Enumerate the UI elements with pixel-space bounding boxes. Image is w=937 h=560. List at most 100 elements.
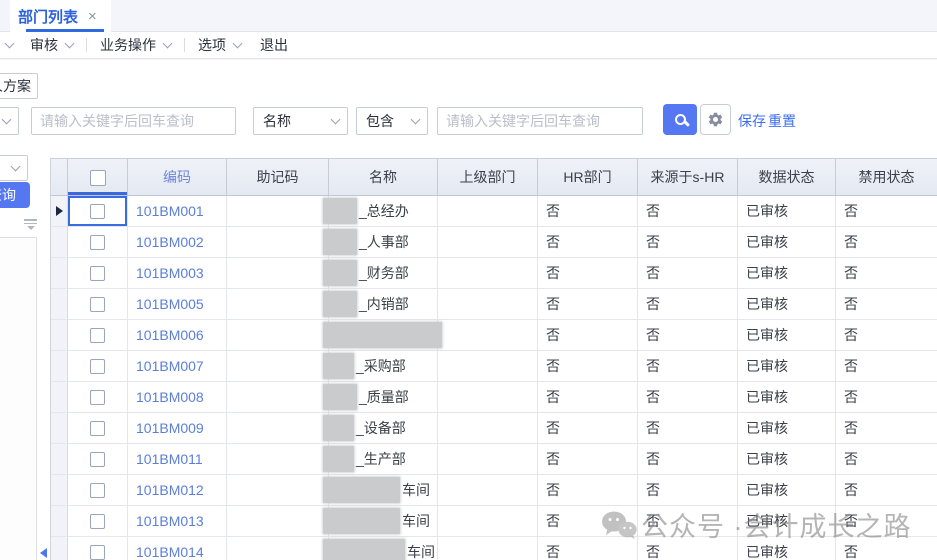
- row-checkbox[interactable]: [90, 204, 105, 219]
- row-checkbox-cell[interactable]: [68, 258, 128, 289]
- row-checkbox[interactable]: [90, 421, 105, 436]
- cell-parent-dept: [438, 382, 538, 413]
- row-code[interactable]: 101BM006: [128, 320, 227, 351]
- row-checkbox[interactable]: [90, 266, 105, 281]
- header-select-all[interactable]: [68, 159, 128, 196]
- filter-field-select[interactable]: 名称: [253, 107, 348, 135]
- header-data-status[interactable]: 数据状态: [738, 159, 836, 196]
- menu-audit[interactable]: 审核: [30, 35, 73, 55]
- header-parent-dept[interactable]: 上级部门: [438, 159, 538, 196]
- row-checkbox[interactable]: [90, 359, 105, 374]
- row-checkbox[interactable]: [90, 545, 105, 560]
- query-button[interactable]: 查询: [0, 182, 30, 208]
- table-row[interactable]: 101BM005 _内销部 否 否 已审核 否: [51, 289, 937, 320]
- row-code[interactable]: 101BM014: [128, 537, 227, 560]
- filter-keyword-input[interactable]: [437, 107, 643, 135]
- table-row[interactable]: 101BM008 _质量部 否 否 已审核 否: [51, 382, 937, 413]
- row-checkbox-cell[interactable]: [68, 413, 128, 444]
- row-mnemonic: [227, 227, 329, 258]
- table-row[interactable]: 101BM003 _财务部 否 否 已审核 否: [51, 258, 937, 289]
- row-code[interactable]: 101BM008: [128, 382, 227, 413]
- cell-from-shr: 否: [638, 196, 738, 227]
- redaction-block: [323, 415, 354, 441]
- filter-settings-button[interactable]: [700, 104, 731, 135]
- table-row[interactable]: 101BM014 车间 否 否 已审核 否: [51, 537, 937, 560]
- filter-field-value: 名称: [263, 111, 291, 131]
- cell-data-status: 已审核: [738, 413, 836, 444]
- table-row[interactable]: 101BM011 _生产部 否 否 已审核 否: [51, 444, 937, 475]
- header-mnemonic[interactable]: 助记码: [227, 159, 329, 196]
- menu-exit-label: 退出: [260, 35, 288, 55]
- cell-from-shr: 否: [638, 351, 738, 382]
- header-hr-dept[interactable]: HR部门: [538, 159, 638, 196]
- row-name-suffix: _财务部: [359, 263, 409, 283]
- row-name-cell: _内销部: [329, 289, 438, 320]
- row-checkbox-cell[interactable]: [68, 351, 128, 382]
- row-checkbox-cell[interactable]: [68, 506, 128, 537]
- row-checkbox-cell[interactable]: [68, 289, 128, 320]
- row-name-cell: _采购部: [329, 351, 438, 382]
- row-code[interactable]: 101BM001: [128, 196, 227, 227]
- menu-business-ops[interactable]: 业务操作: [100, 35, 171, 55]
- row-checkbox-cell[interactable]: [68, 537, 128, 560]
- save-scheme-link[interactable]: 保存: [738, 111, 766, 131]
- row-checkbox-cell[interactable]: [68, 444, 128, 475]
- table-row[interactable]: 101BM001 _总经办 否 否 已审核 否: [51, 196, 937, 227]
- table-row[interactable]: 101BM002 _人事部 否 否 已审核 否: [51, 227, 937, 258]
- row-checkbox[interactable]: [90, 390, 105, 405]
- menu-exit[interactable]: 退出: [260, 35, 288, 55]
- table-row[interactable]: 101BM013 车间 否 否 已审核 否: [51, 506, 937, 537]
- table-row[interactable]: 101BM009 _设备部 否 否 已审核 否: [51, 413, 937, 444]
- row-code[interactable]: 101BM005: [128, 289, 227, 320]
- reset-scheme-link[interactable]: 重置: [768, 111, 796, 131]
- row-checkbox-cell[interactable]: [68, 227, 128, 258]
- row-code[interactable]: 101BM013: [128, 506, 227, 537]
- scheme-keyword-input[interactable]: [31, 107, 236, 135]
- row-checkbox[interactable]: [90, 297, 105, 312]
- tab-department-list[interactable]: 部门列表 ×: [10, 0, 111, 32]
- row-checkbox[interactable]: [90, 235, 105, 250]
- scheme-select[interactable]: [0, 107, 19, 135]
- row-checkbox[interactable]: [90, 514, 105, 529]
- menu-options[interactable]: 选项: [198, 35, 241, 55]
- tree-filter-select[interactable]: [0, 155, 28, 181]
- row-code[interactable]: 101BM007: [128, 351, 227, 382]
- row-code[interactable]: 101BM009: [128, 413, 227, 444]
- row-name-cell: [329, 320, 438, 351]
- row-checkbox-cell[interactable]: [68, 196, 128, 227]
- row-code[interactable]: 101BM003: [128, 258, 227, 289]
- cell-parent-dept: [438, 506, 538, 537]
- tab-close-icon[interactable]: ×: [88, 8, 97, 25]
- splitter-collapse-arrow-icon[interactable]: [40, 548, 47, 558]
- header-from-shr[interactable]: 来源于s-HR: [638, 159, 738, 196]
- cell-disabled-status: 否: [836, 506, 937, 537]
- row-code[interactable]: 101BM011: [128, 444, 227, 475]
- cell-disabled-status: 否: [836, 537, 937, 560]
- redaction-block: [323, 539, 405, 560]
- table-row[interactable]: 101BM007 _采购部 否 否 已审核 否: [51, 351, 937, 382]
- row-indicator-cell: [51, 196, 68, 227]
- table-row[interactable]: 101BM012 车间 否 否 已审核 否: [51, 475, 937, 506]
- row-checkbox-cell[interactable]: [68, 382, 128, 413]
- row-checkbox-cell[interactable]: [68, 320, 128, 351]
- header-name[interactable]: 名称: [329, 159, 438, 196]
- row-checkbox[interactable]: [90, 328, 105, 343]
- row-code[interactable]: 101BM002: [128, 227, 227, 258]
- redaction-block: [323, 291, 357, 317]
- header-code[interactable]: 编码: [128, 159, 227, 196]
- panel-collapse-handle[interactable]: [24, 219, 37, 230]
- search-button[interactable]: [663, 104, 697, 135]
- row-checkbox-cell[interactable]: [68, 475, 128, 506]
- scheme-button[interactable]: 人方案: [0, 73, 38, 99]
- cell-from-shr: 否: [638, 227, 738, 258]
- row-checkbox[interactable]: [90, 452, 105, 467]
- table-row[interactable]: 101BM006 否 否 已审核 否: [51, 320, 937, 351]
- select-all-checkbox[interactable]: [90, 170, 106, 186]
- row-checkbox[interactable]: [90, 483, 105, 498]
- chevron-down-icon[interactable]: [5, 39, 15, 49]
- header-disabled-status[interactable]: 禁用状态: [836, 159, 937, 196]
- cell-from-shr: 否: [638, 444, 738, 475]
- row-code[interactable]: 101BM012: [128, 475, 227, 506]
- menu-bar: 审核 业务操作 选项 退出: [0, 32, 937, 59]
- filter-operator-select[interactable]: 包含: [356, 107, 428, 135]
